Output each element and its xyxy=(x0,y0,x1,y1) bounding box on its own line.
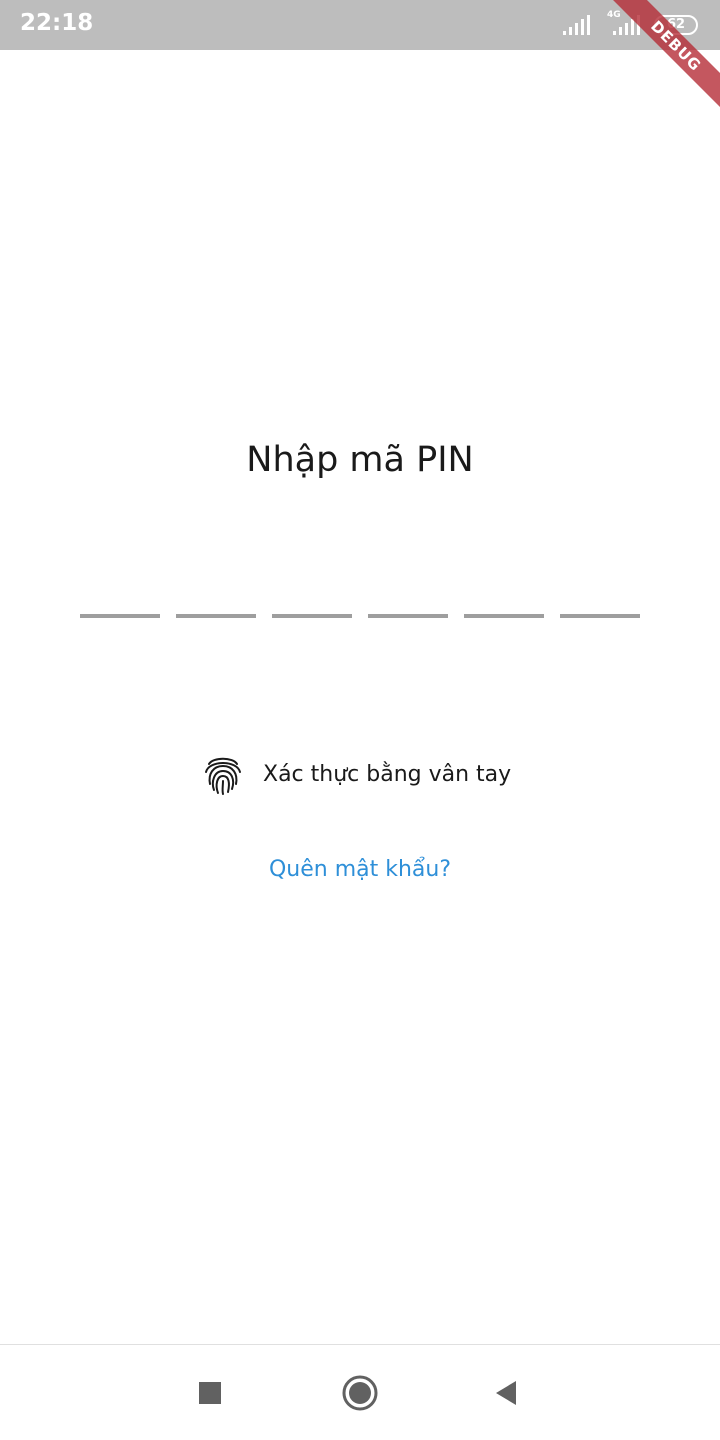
pin-input[interactable] xyxy=(80,614,640,619)
status-bar: 22:18 4G 62 xyxy=(0,0,720,50)
pin-digit-slot[interactable] xyxy=(176,614,256,618)
status-time: 22:18 xyxy=(20,10,94,36)
fingerprint-auth-label: Xác thực bằng vân tay xyxy=(263,762,512,787)
system-navigation-bar xyxy=(0,1344,720,1440)
pin-digit-slot[interactable] xyxy=(80,614,160,618)
recents-button[interactable] xyxy=(190,1373,230,1413)
fingerprint-icon xyxy=(205,757,241,795)
page-title: Nhập mã PIN xyxy=(246,440,474,480)
pin-entry-screen: 22:18 4G 62 DEBUG Nhập mã PIN Xác thực b… xyxy=(0,0,720,1440)
pin-digit-slot[interactable] xyxy=(272,614,352,618)
pin-digit-slot[interactable] xyxy=(464,614,544,618)
pin-digit-slot[interactable] xyxy=(368,614,448,618)
home-button[interactable] xyxy=(340,1373,380,1413)
signal-strength-icon xyxy=(563,15,590,35)
forgot-password-link[interactable]: Quên mật khẩu? xyxy=(0,857,720,882)
back-button[interactable] xyxy=(486,1373,526,1413)
pin-digit-slot[interactable] xyxy=(560,614,640,618)
